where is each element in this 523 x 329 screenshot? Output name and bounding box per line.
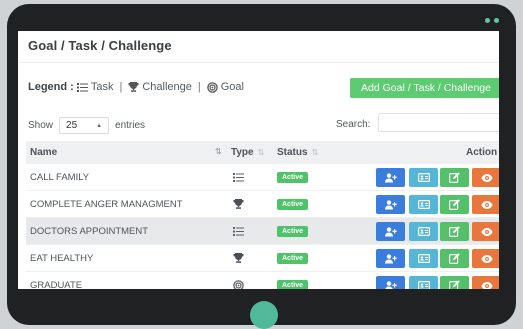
edit-button[interactable]: [440, 276, 469, 289]
entries-label: entries: [115, 120, 146, 131]
legend-task: Task: [90, 81, 114, 93]
legend-goal: Goal: [220, 81, 244, 93]
show-label: Show: [28, 120, 54, 131]
task-icon: [231, 170, 245, 184]
edit-icon: [449, 172, 460, 183]
assign-user-button[interactable]: [376, 276, 405, 289]
column-header-name-label: Name: [30, 147, 58, 158]
table-row[interactable]: DOCTORS APPOINTMENT Active: [26, 218, 499, 245]
user-plus-icon: [384, 172, 397, 183]
row-name: CALL FAMILY: [30, 172, 90, 183]
row-name: EAT HEALTHY: [30, 253, 94, 264]
id-card-icon: [417, 227, 430, 236]
edit-button[interactable]: [440, 195, 469, 214]
edit-icon: [449, 199, 460, 210]
trophy-icon: [128, 82, 139, 92]
view-button[interactable]: [472, 168, 499, 187]
eye-icon: [480, 200, 493, 209]
search-input[interactable]: [378, 113, 499, 132]
entries-select[interactable]: 25 ▲︎: [59, 117, 110, 134]
details-button[interactable]: [409, 222, 438, 241]
details-button[interactable]: [409, 195, 438, 214]
table-header: Name ⇅ Type ⇅ Status ⇅ Action: [26, 141, 499, 164]
assign-user-button[interactable]: [376, 168, 405, 187]
status-badge: Active: [277, 199, 309, 210]
row-name: GRADUATE: [30, 280, 83, 289]
user-plus-icon: [384, 253, 397, 264]
id-card-icon: [417, 281, 430, 289]
status-led-icon: [485, 18, 490, 23]
view-button[interactable]: [472, 276, 499, 289]
legend-separator: |: [197, 81, 201, 93]
column-header-name[interactable]: Name: [30, 147, 57, 158]
target-icon: [206, 81, 218, 93]
status-leds: [485, 18, 499, 23]
search-label: Search:: [336, 119, 371, 130]
sort-asc-icon[interactable]: ⇅: [215, 147, 222, 156]
chevron-down-icon: ▲︎: [96, 122, 103, 129]
status-badge: Active: [277, 172, 309, 183]
eye-icon: [480, 281, 493, 289]
edit-button[interactable]: [440, 249, 469, 268]
status-led-icon: [494, 18, 499, 23]
column-header-action-label: Action: [466, 147, 498, 158]
goal-icon: [231, 278, 245, 289]
legend-challenge: Challenge: [142, 81, 192, 93]
id-card-icon: [417, 173, 430, 182]
edit-icon: [449, 280, 460, 289]
entries-length-control: Show 25 ▲︎ entries: [28, 117, 145, 134]
view-button[interactable]: [472, 249, 499, 268]
user-plus-icon: [384, 226, 397, 237]
status-badge: Active: [277, 226, 309, 237]
eye-icon: [480, 227, 493, 236]
status-badge: Active: [277, 280, 309, 289]
home-button[interactable]: [250, 301, 278, 329]
details-button[interactable]: [409, 168, 438, 187]
row-name: COMPLETE ANGER MANAGMENT: [30, 199, 183, 210]
assign-user-button[interactable]: [376, 195, 405, 214]
trophy-icon: [231, 197, 245, 211]
column-header-action: Action: [466, 147, 497, 158]
page-title: Goal / Task / Challenge: [28, 38, 172, 53]
view-button[interactable]: [472, 195, 499, 214]
edit-icon: [449, 226, 460, 237]
task-icon: [231, 224, 245, 238]
assign-user-button[interactable]: [376, 249, 405, 268]
sort-icon: ⇅: [257, 148, 265, 157]
eye-icon: [480, 173, 493, 182]
eye-icon: [480, 254, 493, 263]
entries-select-value: 25: [66, 120, 78, 131]
column-header-type-label: Type: [231, 147, 254, 158]
edit-button[interactable]: [440, 168, 469, 187]
table-row[interactable]: CALL FAMILY Active: [26, 164, 499, 191]
table-row[interactable]: GRADUATE Active: [26, 272, 499, 289]
add-goal-task-challenge-button[interactable]: Add Goal / Task / Challenge: [350, 78, 499, 98]
legend: Legend : Task | Challenge | Goal: [28, 81, 244, 93]
details-button[interactable]: [409, 276, 438, 289]
list-icon: [76, 82, 88, 92]
user-plus-icon: [384, 280, 397, 289]
column-header-type[interactable]: Type ⇅: [231, 147, 264, 158]
edit-icon: [449, 253, 460, 264]
details-button[interactable]: [409, 249, 438, 268]
legend-label: Legend :: [28, 81, 74, 93]
row-name: DOCTORS APPOINTMENT: [30, 226, 149, 237]
trophy-icon: [231, 251, 245, 265]
id-card-icon: [417, 200, 430, 209]
status-badge: Active: [277, 253, 309, 264]
user-plus-icon: [384, 199, 397, 210]
column-header-status-label: Status: [277, 147, 308, 158]
column-header-status[interactable]: Status ⇅: [277, 147, 318, 158]
edit-button[interactable]: [440, 222, 469, 241]
table-row[interactable]: EAT HEALTHY Active: [26, 245, 499, 272]
view-button[interactable]: [472, 222, 499, 241]
divider: [18, 62, 499, 63]
table-row[interactable]: COMPLETE ANGER MANAGMENT Active: [26, 191, 499, 218]
assign-user-button[interactable]: [376, 222, 405, 241]
id-card-icon: [417, 254, 430, 263]
legend-separator: |: [119, 81, 123, 93]
sort-icon: ⇅: [311, 148, 319, 157]
app-screen: Goal / Task / Challenge Legend : Task | …: [18, 31, 499, 289]
